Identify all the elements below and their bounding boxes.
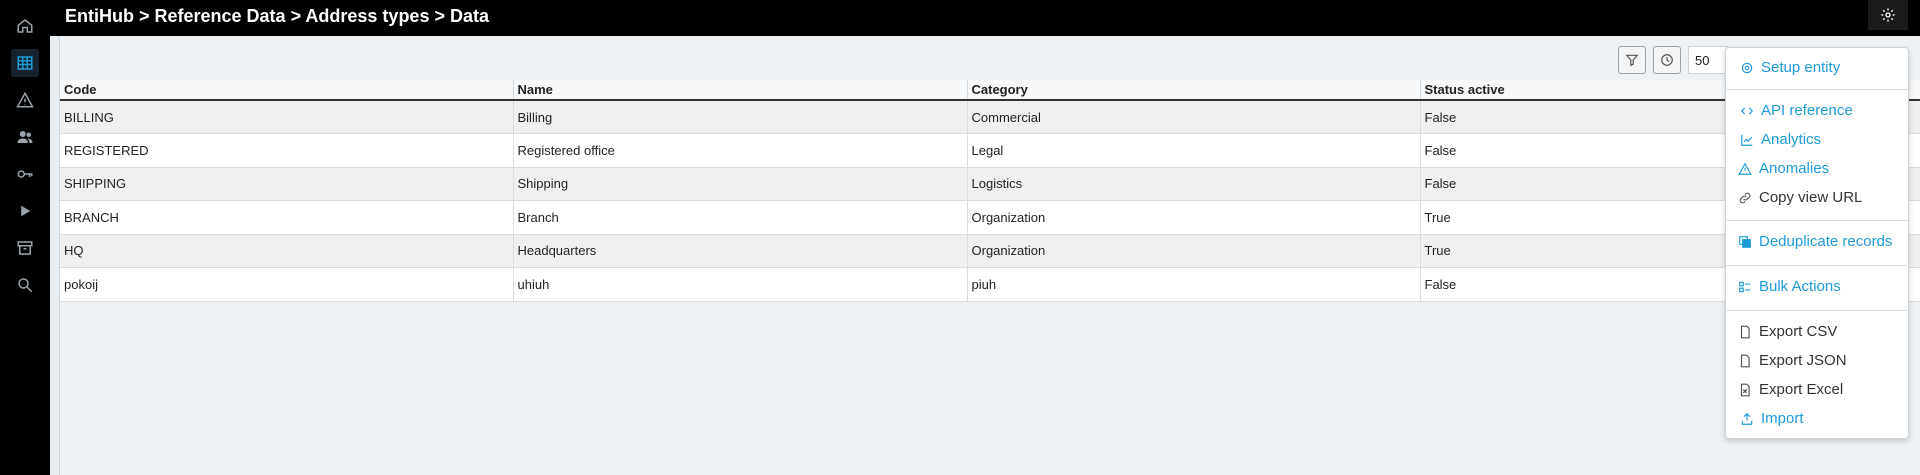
settings-button[interactable]	[1868, 0, 1908, 30]
table-row[interactable]: REGISTERED Registered office Legal False	[60, 133, 1920, 168]
menu-item-label: Export CSV	[1759, 323, 1838, 340]
cell-category: Legal	[966, 133, 1420, 168]
table-icon[interactable]	[11, 49, 39, 77]
menu-item-import[interactable]: Import	[1740, 410, 1804, 427]
menu-item-anomalies[interactable]: Anomalies	[1738, 160, 1829, 177]
code-icon	[1740, 107, 1754, 114]
menu-item-label: Import	[1761, 410, 1804, 427]
history-button[interactable]	[1653, 46, 1681, 74]
menu-item-label: API reference	[1761, 102, 1853, 119]
menu-item-copy-view-url[interactable]: Copy view URL	[1738, 189, 1862, 206]
gear-icon	[1741, 62, 1753, 73]
sidebar	[0, 0, 50, 475]
menu-item-deduplicate-records[interactable]: Deduplicate records	[1738, 233, 1892, 250]
play-icon[interactable]	[11, 197, 39, 225]
data-table: Code Name Category Status active BILLING…	[60, 80, 1920, 302]
upload-icon	[1741, 412, 1753, 425]
cell-category: Organization	[966, 200, 1420, 235]
menu-divider	[1726, 89, 1910, 90]
table-row[interactable]: pokoij uhiuh piuh False	[60, 267, 1920, 302]
cell-name: Headquarters	[512, 234, 967, 268]
menu-item-label: Export Excel	[1759, 381, 1844, 398]
cell-code: BRANCH	[60, 200, 513, 235]
menu-item-label: Export JSON	[1759, 352, 1847, 369]
cell-category: Commercial	[966, 100, 1420, 134]
page-size-select[interactable]: 50	[1688, 46, 1728, 74]
cell-code: BILLING	[60, 100, 513, 134]
main-content: 50 Code Name Category Status active BILL…	[59, 36, 1920, 475]
menu-item-export-csv[interactable]: Export CSV	[1738, 323, 1837, 340]
menu-item-api-reference[interactable]: API reference	[1740, 102, 1853, 119]
cell-category: piuh	[966, 267, 1420, 302]
gear-icon	[1881, 8, 1895, 22]
archive-icon[interactable]	[11, 234, 39, 262]
menu-item-analytics[interactable]: Analytics	[1740, 131, 1821, 148]
menu-item-label: Setup entity	[1761, 59, 1841, 76]
cell-code: REGISTERED	[60, 133, 513, 168]
cell-category: Logistics	[966, 167, 1420, 201]
table-row[interactable]: HQ Headquarters Organization True	[60, 234, 1920, 268]
warning-icon[interactable]	[11, 86, 39, 114]
chart-icon	[1741, 134, 1753, 146]
table-row[interactable]: SHIPPING Shipping Logistics False	[60, 167, 1920, 201]
column-header-code[interactable]: Code	[60, 80, 513, 101]
cell-name: Shipping	[512, 167, 967, 201]
column-header-category[interactable]: Category	[966, 80, 1420, 101]
link-icon	[1739, 192, 1751, 203]
table-row[interactable]: BRANCH Branch Organization True	[60, 200, 1920, 235]
menu-item-export-json[interactable]: Export JSON	[1738, 352, 1847, 369]
file-csv-icon	[1740, 325, 1750, 338]
search-icon[interactable]	[11, 271, 39, 299]
file-excel-icon	[1740, 383, 1750, 396]
cell-name: Branch	[512, 200, 967, 235]
menu-divider	[1726, 310, 1910, 311]
breadcrumb: EntiHub > Reference Data > Address types…	[65, 6, 489, 26]
menu-item-bulk-actions[interactable]: Bulk Actions	[1738, 278, 1841, 295]
table-row[interactable]: BILLING Billing Commercial False	[60, 100, 1920, 134]
cell-name: Registered office	[512, 133, 967, 168]
menu-item-label: Analytics	[1761, 131, 1822, 148]
key-icon[interactable]	[11, 160, 39, 188]
cell-name: uhiuh	[512, 267, 967, 302]
cell-code: SHIPPING	[60, 167, 513, 201]
clock-icon	[1661, 54, 1673, 66]
copy-icon	[1739, 235, 1751, 248]
cell-name: Billing	[512, 100, 967, 134]
list-icon	[1739, 281, 1751, 292]
menu-item-label: Copy view URL	[1759, 189, 1863, 206]
cell-code: HQ	[60, 234, 513, 268]
menu-item-label: Deduplicate records	[1759, 233, 1893, 250]
menu-item-setup-entity[interactable]: Setup entity	[1740, 59, 1840, 76]
warning-icon	[1738, 162, 1752, 175]
cell-code: pokoij	[60, 267, 513, 302]
home-icon[interactable]	[11, 12, 39, 40]
column-header-name[interactable]: Name	[512, 80, 967, 101]
settings-dropdown-menu: Setup entity API reference Analytics Ano…	[1725, 47, 1910, 439]
menu-item-label: Bulk Actions	[1759, 278, 1841, 295]
menu-item-label: Anomalies	[1759, 160, 1830, 177]
table-header-row: Code Name Category Status active	[60, 80, 1920, 101]
users-icon[interactable]	[11, 123, 39, 151]
menu-divider	[1726, 265, 1910, 266]
filter-icon	[1625, 54, 1639, 67]
file-json-icon	[1740, 354, 1750, 367]
filter-button[interactable]	[1618, 46, 1646, 74]
menu-item-export-excel[interactable]: Export Excel	[1738, 381, 1843, 398]
menu-divider	[1726, 220, 1910, 221]
cell-category: Organization	[966, 234, 1420, 268]
top-bar: EntiHub > Reference Data > Address types…	[50, 0, 1920, 36]
